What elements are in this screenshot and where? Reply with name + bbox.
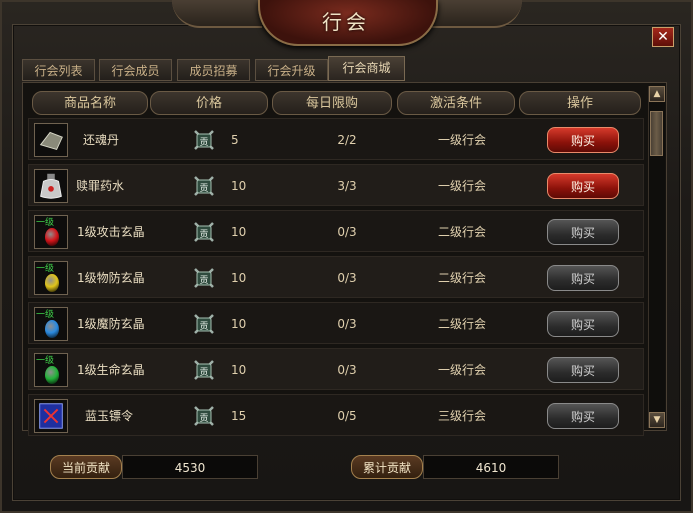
title-wing-right xyxy=(432,0,522,28)
item-price: 10 xyxy=(231,271,247,285)
buy-button[interactable]: 购买 xyxy=(547,357,619,383)
contribution-icon: 贡 xyxy=(191,265,217,291)
level-tag: 一级 xyxy=(36,264,55,274)
tab-guild-shop[interactable]: 行会商城 xyxy=(328,56,405,81)
red-gem-icon[interactable]: 一级 xyxy=(34,215,68,249)
activation-condition: 三级行会 xyxy=(437,409,486,423)
item-name: 赎罪药水 xyxy=(76,179,125,193)
daily-limit: 0/5 xyxy=(337,409,357,423)
item-name: 1级物防玄晶 xyxy=(77,271,145,285)
item-name: 蓝玉镖令 xyxy=(85,409,134,423)
daily-limit: 0/3 xyxy=(337,271,357,285)
activation-condition: 二级行会 xyxy=(437,225,486,239)
daily-limit: 3/3 xyxy=(337,179,357,193)
tab-member-recruit[interactable]: 成员招募 xyxy=(177,59,250,81)
shop-item-row: 一级 1级攻击玄晶 贡 10 0/3 二级行会 购买 xyxy=(28,210,644,252)
shop-item-row: 蓝玉镖令 贡 15 0/5 三级行会 购买 xyxy=(28,394,644,436)
buy-button[interactable]: 购买 xyxy=(547,219,619,245)
svg-text:贡: 贡 xyxy=(199,275,208,286)
buy-button[interactable]: 购买 xyxy=(547,127,619,153)
buy-button[interactable]: 购买 xyxy=(547,311,619,337)
tab-guild-upgrade[interactable]: 行会升级 xyxy=(255,59,328,81)
svg-text:贡: 贡 xyxy=(199,367,208,378)
level-tag: 一级 xyxy=(36,356,55,366)
item-name: 还魂丹 xyxy=(83,133,120,147)
column-header-condition: 激活条件 xyxy=(397,91,515,115)
column-header-item-name: 商品名称 xyxy=(32,91,148,115)
tab-guild-members[interactable]: 行会成员 xyxy=(99,59,172,81)
buy-button[interactable]: 购买 xyxy=(547,265,619,291)
item-name: 1级魔防玄晶 xyxy=(77,317,145,331)
buy-button[interactable]: 购买 xyxy=(547,173,619,199)
scroll-up-icon[interactable]: ▲ xyxy=(649,86,665,102)
item-price: 10 xyxy=(231,363,247,377)
item-price: 5 xyxy=(231,133,239,147)
current-contribution-value: 4530 xyxy=(122,455,258,479)
contribution-icon: 贡 xyxy=(191,403,217,429)
blue-gem-icon[interactable]: 一级 xyxy=(34,307,68,341)
activation-condition: 一级行会 xyxy=(437,133,486,147)
title-wing-left xyxy=(172,0,262,28)
activation-condition: 一级行会 xyxy=(437,363,486,377)
contribution-icon: 贡 xyxy=(191,357,217,383)
yellow-gem-icon[interactable]: 一级 xyxy=(34,261,68,295)
shop-item-row: 一级 1级魔防玄晶 贡 10 0/3 二级行会 购买 xyxy=(28,302,644,344)
token-icon[interactable] xyxy=(34,399,68,433)
activation-condition: 二级行会 xyxy=(437,271,486,285)
item-name: 1级攻击玄晶 xyxy=(77,225,145,239)
svg-text:贡: 贡 xyxy=(199,183,208,194)
current-contribution-label: 当前贡献 xyxy=(50,455,122,479)
scrollbar[interactable]: ▲ ▼ xyxy=(648,86,665,428)
contribution-icon: 贡 xyxy=(191,219,217,245)
activation-condition: 一级行会 xyxy=(437,179,486,193)
shop-item-row: 还魂丹 贡 5 2/2 一级行会 购买 xyxy=(28,118,644,160)
level-tag: 一级 xyxy=(36,310,55,320)
close-icon[interactable]: ✕ xyxy=(652,27,674,47)
daily-limit: 0/3 xyxy=(337,363,357,377)
item-price: 15 xyxy=(231,409,247,423)
shop-item-row: 赎罪药水 贡 10 3/3 一级行会 购买 xyxy=(28,164,644,206)
svg-text:贡: 贡 xyxy=(199,229,208,240)
potion-bottle-icon[interactable] xyxy=(34,169,68,203)
svg-text:贡: 贡 xyxy=(199,321,208,332)
green-gem-icon[interactable]: 一级 xyxy=(34,353,68,387)
column-header-action: 操作 xyxy=(519,91,641,115)
item-name: 1级生命玄晶 xyxy=(77,363,145,377)
item-price: 10 xyxy=(231,179,247,193)
activation-condition: 二级行会 xyxy=(437,317,486,331)
scroll-down-icon[interactable]: ▼ xyxy=(649,412,665,428)
column-header-price: 价格 xyxy=(150,91,268,115)
item-price: 10 xyxy=(231,317,247,331)
scroll-thumb[interactable] xyxy=(650,111,663,156)
daily-limit: 2/2 xyxy=(337,133,357,147)
shop-item-row: 一级 1级生命玄晶 贡 10 0/3 一级行会 购买 xyxy=(28,348,644,390)
window-title: 行会 xyxy=(322,10,370,34)
total-contribution-label: 累计贡献 xyxy=(351,455,423,479)
level-tag: 一级 xyxy=(36,218,55,228)
contribution-icon: 贡 xyxy=(191,311,217,337)
svg-text:贡: 贡 xyxy=(199,137,208,148)
contribution-icon: 贡 xyxy=(191,127,217,153)
contribution-icon: 贡 xyxy=(191,173,217,199)
daily-limit: 0/3 xyxy=(337,225,357,239)
total-contribution-value: 4610 xyxy=(423,455,559,479)
column-header-daily-limit: 每日限购 xyxy=(272,91,392,115)
daily-limit: 0/3 xyxy=(337,317,357,331)
shop-item-row: 一级 1级物防玄晶 贡 10 0/3 二级行会 购买 xyxy=(28,256,644,298)
stone-icon[interactable] xyxy=(34,123,68,157)
buy-button[interactable]: 购买 xyxy=(547,403,619,429)
item-price: 10 xyxy=(231,225,247,239)
svg-text:贡: 贡 xyxy=(199,413,208,424)
tab-guild-list[interactable]: 行会列表 xyxy=(22,59,95,81)
